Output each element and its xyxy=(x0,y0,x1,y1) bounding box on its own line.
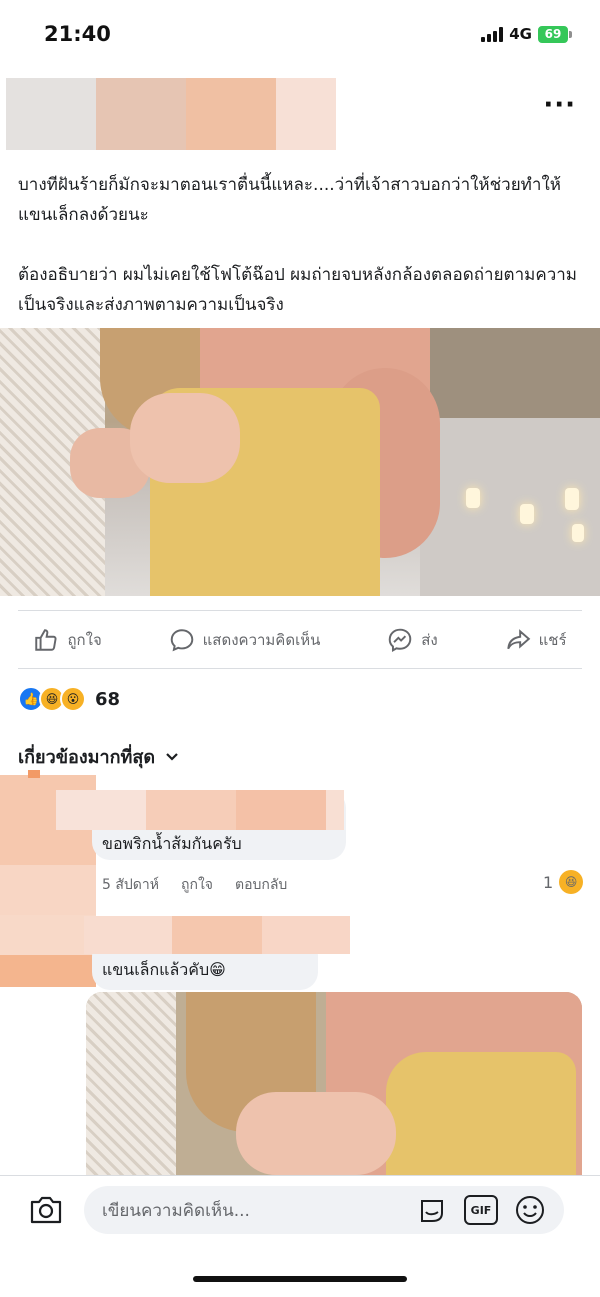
wow-reaction-icon: 😮 xyxy=(60,686,86,712)
post-text: บางทีฝันร้ายก็มักจะมาตอนเราตื่นนี้แหละ..… xyxy=(18,170,586,350)
emoji-icon[interactable] xyxy=(514,1194,546,1226)
comment-1-text: ขอพริกน้ำส้มกันครับ xyxy=(102,834,242,853)
action-divider-bottom xyxy=(18,668,582,669)
network-type: 4G xyxy=(509,25,532,43)
more-dots-icon[interactable]: ··· xyxy=(543,92,576,118)
comment-1-meta: 5 สัปดาห์ ถูกใจ ตอบกลับ xyxy=(102,874,287,896)
comment-input-placeholder: เขียนความคิดเห็น... xyxy=(102,1200,250,1221)
battery-icon: 69 xyxy=(538,25,572,43)
like-button[interactable]: ถูกใจ xyxy=(33,627,102,653)
signal-icon xyxy=(481,26,504,42)
redacted-avatar xyxy=(0,915,96,955)
post-actions: ถูกใจ แสดงความคิดเห็น ส่ง แชร์ xyxy=(0,612,600,668)
send-button[interactable]: ส่ง xyxy=(387,627,438,653)
send-label: ส่ง xyxy=(421,631,438,649)
comment-1-reply[interactable]: ตอบกลับ xyxy=(235,874,287,896)
comment-1-like[interactable]: ถูกใจ xyxy=(181,874,213,896)
home-indicator[interactable] xyxy=(193,1276,407,1282)
like-label: ถูกใจ xyxy=(67,631,102,649)
post-paragraph-2: ต้องอธิบายว่า ผมไม่เคยใช้โฟโต้ฉ๊อป ผมถ่า… xyxy=(18,265,577,315)
reaction-summary[interactable]: 👍 😆 😮 68 xyxy=(18,686,120,712)
comment-1-reactions[interactable]: 1 😆 xyxy=(543,870,584,894)
comment-2-text-row: แขนเล็กแล้วคับ😁 xyxy=(102,958,226,983)
action-divider-top xyxy=(18,610,582,611)
sticker-icon[interactable] xyxy=(416,1194,448,1226)
gif-label: GIF xyxy=(470,1203,492,1217)
thumbs-up-icon xyxy=(35,629,57,651)
comment-1-time: 5 สัปดาห์ xyxy=(102,877,159,893)
reaction-count: 68 xyxy=(95,688,121,710)
comment-bubble-icon xyxy=(170,629,193,652)
status-time: 21:40 xyxy=(44,22,111,46)
share-button[interactable]: แชร์ xyxy=(505,627,567,653)
comment-1-reaction-count: 1 xyxy=(543,872,554,892)
gif-icon[interactable]: GIF xyxy=(464,1195,498,1225)
messenger-icon xyxy=(388,628,412,652)
chevron-down-icon xyxy=(166,752,178,761)
share-arrow-icon xyxy=(506,629,530,650)
comment-label: แสดงความคิดเห็น xyxy=(202,631,321,649)
comment-button[interactable]: แสดงความคิดเห็น xyxy=(169,627,321,653)
comment-input[interactable]: เขียนความคิดเห็น... GIF xyxy=(84,1186,564,1234)
camera-icon[interactable] xyxy=(28,1194,64,1226)
grin-emoji: 😁 xyxy=(209,960,226,979)
haha-reaction-icon: 😆 xyxy=(559,870,584,894)
comment-sort-dropdown[interactable]: เกี่ยวข้องมากที่สุด xyxy=(18,742,179,771)
comment-composer: เขียนความคิดเห็น... GIF xyxy=(0,1175,600,1246)
post-paragraph-1: บางทีฝันร้ายก็มักจะมาตอนเราตื่นนี้แหละ..… xyxy=(18,175,561,225)
comment-2-text: แขนเล็กแล้วคับ xyxy=(102,960,210,979)
share-label: แชร์ xyxy=(538,631,567,649)
comment-2-photo[interactable] xyxy=(86,992,582,1175)
post-photo[interactable] xyxy=(0,328,600,596)
redacted-commenter-name xyxy=(56,790,146,830)
battery-level: 69 xyxy=(544,27,562,41)
sort-label: เกี่ยวข้องมากที่สุด xyxy=(18,747,156,768)
status-indicators: 4G 69 xyxy=(481,25,572,43)
redacted-commenter-name xyxy=(84,916,172,954)
